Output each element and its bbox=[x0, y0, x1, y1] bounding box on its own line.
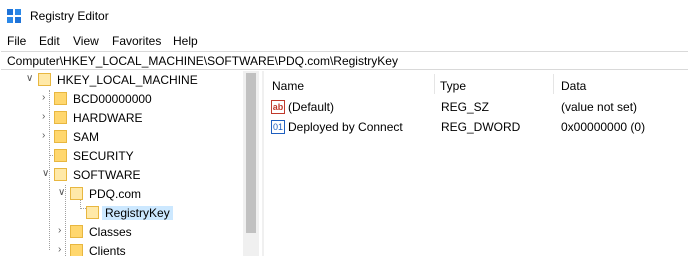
folder-icon bbox=[54, 111, 67, 124]
folder-icon bbox=[70, 225, 83, 238]
column-separator[interactable] bbox=[434, 74, 435, 94]
expand-chevron-icon[interactable]: › bbox=[58, 226, 66, 236]
tree-scrollbar[interactable] bbox=[243, 71, 259, 256]
menu-file[interactable]: File bbox=[7, 34, 26, 48]
key-tree[interactable]: ∨ HKEY_LOCAL_MACHINE › BCD00000000 › HAR… bbox=[0, 71, 259, 256]
value-type: REG_SZ bbox=[441, 100, 490, 114]
expand-chevron-icon[interactable]: › bbox=[42, 93, 50, 103]
collapse-chevron-icon[interactable]: ∨ bbox=[58, 188, 66, 198]
tree-item-label-selected: RegistryKey bbox=[102, 206, 173, 220]
menu-view[interactable]: View bbox=[73, 34, 99, 48]
folder-open-icon bbox=[54, 168, 67, 181]
folder-icon bbox=[54, 130, 67, 143]
values-list[interactable]: Name Type Data ab (Default) REG_SZ (valu… bbox=[265, 71, 689, 256]
dword-value-icon: 01 bbox=[271, 120, 285, 134]
tree-item-label: PDQ.com bbox=[89, 187, 142, 201]
tree-item-label: SAM bbox=[73, 130, 100, 144]
value-type: REG_DWORD bbox=[441, 120, 521, 134]
menu-edit[interactable]: Edit bbox=[39, 34, 60, 48]
title-bar: Registry Editor bbox=[0, 0, 689, 31]
column-header-name[interactable]: Name bbox=[272, 79, 304, 93]
value-data: (value not set) bbox=[561, 100, 638, 114]
expand-chevron-icon[interactable]: › bbox=[58, 245, 66, 255]
collapse-chevron-icon[interactable]: ∨ bbox=[42, 169, 50, 179]
column-header-type[interactable]: Type bbox=[440, 79, 466, 93]
expand-chevron-icon[interactable]: › bbox=[42, 112, 50, 122]
expand-chevron-icon[interactable]: › bbox=[42, 131, 50, 141]
value-name: Deployed by Connect bbox=[288, 120, 403, 134]
folder-open-icon bbox=[38, 73, 51, 86]
collapse-chevron-icon[interactable]: ∨ bbox=[26, 74, 34, 84]
tree-item-label: Classes bbox=[89, 225, 132, 239]
tree-scrollbar-thumb[interactable] bbox=[246, 73, 256, 233]
value-data: 0x00000000 (0) bbox=[561, 120, 646, 134]
string-value-icon: ab bbox=[271, 100, 285, 114]
tree-item-label: BCD00000000 bbox=[73, 92, 152, 106]
value-name: (Default) bbox=[288, 100, 335, 114]
column-header-data[interactable]: Data bbox=[561, 79, 586, 93]
tree-item-label: HKEY_LOCAL_MACHINE bbox=[57, 73, 198, 87]
folder-icon bbox=[54, 149, 67, 162]
folder-open-icon bbox=[70, 187, 83, 200]
tree-item-label: Clients bbox=[89, 244, 126, 256]
value-row[interactable]: ab (Default) REG_SZ (value not set) bbox=[265, 97, 689, 117]
address-path[interactable]: Computer\HKEY_LOCAL_MACHINE\SOFTWARE\PDQ… bbox=[7, 54, 398, 68]
folder-open-icon bbox=[86, 206, 99, 219]
menu-help[interactable]: Help bbox=[173, 34, 198, 48]
column-separator[interactable] bbox=[553, 74, 554, 94]
tree-item-label: HARDWARE bbox=[73, 111, 143, 125]
registry-editor-icon bbox=[7, 9, 21, 23]
menu-bar: File Edit View Favorites Help bbox=[0, 31, 689, 51]
tree-item-label: SOFTWARE bbox=[73, 168, 141, 182]
address-bar[interactable]: Computer\HKEY_LOCAL_MACHINE\SOFTWARE\PDQ… bbox=[1, 51, 688, 70]
pane-splitter[interactable] bbox=[262, 71, 264, 256]
tree-item-label: SECURITY bbox=[73, 149, 134, 163]
value-row[interactable]: 01 Deployed by Connect REG_DWORD 0x00000… bbox=[265, 117, 689, 137]
menu-favorites[interactable]: Favorites bbox=[112, 34, 161, 48]
folder-icon bbox=[70, 244, 83, 256]
window-title: Registry Editor bbox=[30, 9, 109, 23]
folder-icon bbox=[54, 92, 67, 105]
